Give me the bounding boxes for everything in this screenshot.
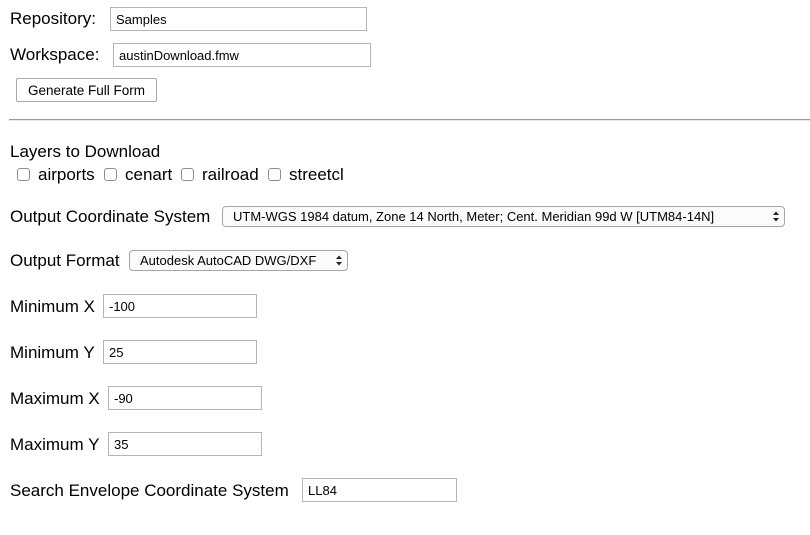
output-format-select[interactable]: Autodesk AutoCAD DWG/DXF xyxy=(129,250,348,271)
layers-title: Layers to Download xyxy=(10,142,161,161)
search-envelope-coord-label: Search Envelope Coordinate System xyxy=(10,481,289,500)
min-x-label: Minimum X xyxy=(10,297,96,316)
checkbox-streetcl-label: streetcl xyxy=(289,165,344,184)
max-x-input[interactable] xyxy=(108,386,262,410)
checkbox-railroad-label: railroad xyxy=(202,165,259,184)
updown-chevron-icon xyxy=(772,210,780,223)
repository-input[interactable] xyxy=(110,7,367,31)
min-x-input[interactable] xyxy=(103,294,257,318)
repository-label: Repository: xyxy=(10,9,96,28)
search-envelope-coord-input[interactable] xyxy=(302,478,457,502)
workspace-label: Workspace: xyxy=(10,45,100,64)
generate-full-form-button[interactable]: Generate Full Form xyxy=(16,78,157,102)
max-x-label: Maximum X xyxy=(10,389,100,408)
output-coord-system-label: Output Coordinate System xyxy=(10,207,211,226)
min-y-input[interactable] xyxy=(103,340,257,364)
output-coord-system-value: UTM-WGS 1984 datum, Zone 14 North, Meter… xyxy=(233,209,715,224)
output-coord-system-select[interactable]: UTM-WGS 1984 datum, Zone 14 North, Meter… xyxy=(222,206,785,227)
updown-chevron-icon xyxy=(335,254,343,267)
checkbox-railroad[interactable] xyxy=(181,168,194,181)
checkbox-streetcl[interactable] xyxy=(268,168,281,181)
min-y-label: Minimum Y xyxy=(10,343,95,362)
checkbox-cenart-label: cenart xyxy=(125,165,173,184)
checkbox-airports-label: airports xyxy=(38,165,95,184)
output-format-value: Autodesk AutoCAD DWG/DXF xyxy=(140,253,317,268)
workspace-input[interactable] xyxy=(113,43,371,67)
output-format-label: Output Format xyxy=(10,251,120,270)
section-divider xyxy=(9,119,810,121)
fme-server-form: Repository: Workspace: Generate Full For… xyxy=(0,0,810,535)
max-y-label: Maximum Y xyxy=(10,435,100,454)
max-y-input[interactable] xyxy=(108,432,262,456)
checkbox-cenart[interactable] xyxy=(104,168,117,181)
checkbox-airports[interactable] xyxy=(17,168,30,181)
